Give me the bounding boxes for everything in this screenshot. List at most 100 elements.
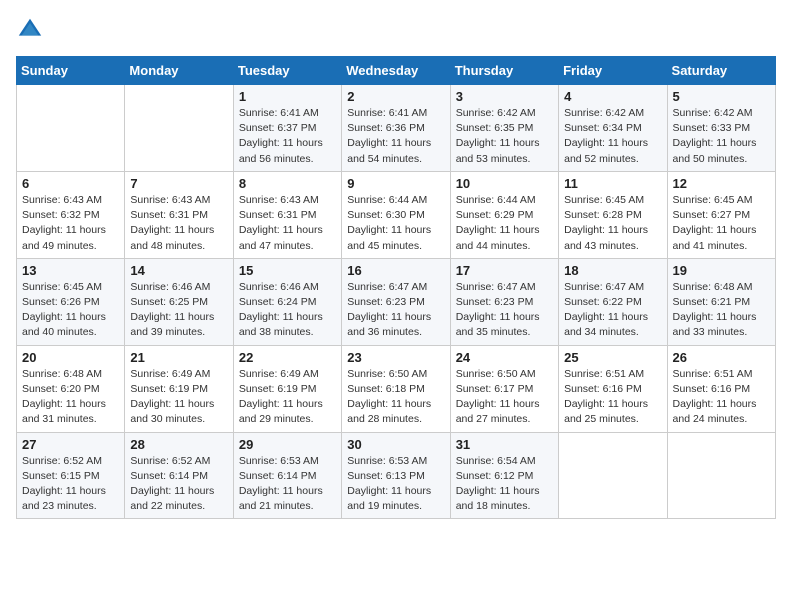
day-info: Sunrise: 6:47 AM Sunset: 6:22 PM Dayligh… — [564, 280, 661, 341]
calendar-cell: 2 Sunrise: 6:41 AM Sunset: 6:36 PM Daylig… — [342, 85, 450, 172]
calendar-cell: 6 Sunrise: 6:43 AM Sunset: 6:32 PM Daylig… — [17, 171, 125, 258]
weekday-header: Saturday — [667, 57, 775, 85]
day-info: Sunrise: 6:43 AM Sunset: 6:31 PM Dayligh… — [130, 193, 227, 254]
weekday-header: Thursday — [450, 57, 558, 85]
day-number: 30 — [347, 437, 444, 452]
calendar-cell: 25 Sunrise: 6:51 AM Sunset: 6:16 PM Dayli… — [559, 345, 667, 432]
calendar-table: SundayMondayTuesdayWednesdayThursdayFrid… — [16, 56, 776, 519]
calendar-cell: 26 Sunrise: 6:51 AM Sunset: 6:16 PM Dayli… — [667, 345, 775, 432]
day-info: Sunrise: 6:41 AM Sunset: 6:37 PM Dayligh… — [239, 106, 336, 167]
day-info: Sunrise: 6:47 AM Sunset: 6:23 PM Dayligh… — [347, 280, 444, 341]
weekday-header: Wednesday — [342, 57, 450, 85]
weekday-header: Tuesday — [233, 57, 341, 85]
day-number: 31 — [456, 437, 553, 452]
day-info: Sunrise: 6:43 AM Sunset: 6:31 PM Dayligh… — [239, 193, 336, 254]
day-number: 28 — [130, 437, 227, 452]
day-number: 2 — [347, 89, 444, 104]
calendar-cell: 23 Sunrise: 6:50 AM Sunset: 6:18 PM Dayli… — [342, 345, 450, 432]
day-info: Sunrise: 6:46 AM Sunset: 6:24 PM Dayligh… — [239, 280, 336, 341]
day-number: 27 — [22, 437, 119, 452]
calendar-cell: 30Sunrise: 6:53 AM Sunset: 6:13 PM Dayli… — [342, 432, 450, 519]
calendar-cell: 14 Sunrise: 6:46 AM Sunset: 6:25 PM Dayli… — [125, 258, 233, 345]
day-number: 20 — [22, 350, 119, 365]
calendar-cell: 7 Sunrise: 6:43 AM Sunset: 6:31 PM Daylig… — [125, 171, 233, 258]
calendar-body: 1Sunrise: 6:41 AM Sunset: 6:37 PM Daylig… — [17, 85, 776, 519]
calendar-cell: 4Sunrise: 6:42 AM Sunset: 6:34 PM Daylig… — [559, 85, 667, 172]
day-info: Sunrise: 6:47 AM Sunset: 6:23 PM Dayligh… — [456, 280, 553, 341]
day-info: Sunrise: 6:44 AM Sunset: 6:30 PM Dayligh… — [347, 193, 444, 254]
calendar-cell: 16 Sunrise: 6:47 AM Sunset: 6:23 PM Dayli… — [342, 258, 450, 345]
day-number: 10 — [456, 176, 553, 191]
day-info: Sunrise: 6:45 AM Sunset: 6:28 PM Dayligh… — [564, 193, 661, 254]
day-info: Sunrise: 6:50 AM Sunset: 6:17 PM Dayligh… — [456, 367, 553, 428]
calendar-cell: 18 Sunrise: 6:47 AM Sunset: 6:22 PM Dayli… — [559, 258, 667, 345]
calendar-cell: 13 Sunrise: 6:45 AM Sunset: 6:26 PM Dayli… — [17, 258, 125, 345]
weekday-header: Monday — [125, 57, 233, 85]
day-number: 19 — [673, 263, 770, 278]
day-number: 22 — [239, 350, 336, 365]
day-number: 23 — [347, 350, 444, 365]
day-number: 15 — [239, 263, 336, 278]
day-number: 7 — [130, 176, 227, 191]
day-info: Sunrise: 6:44 AM Sunset: 6:29 PM Dayligh… — [456, 193, 553, 254]
calendar-header-row: SundayMondayTuesdayWednesdayThursdayFrid… — [17, 57, 776, 85]
day-number: 17 — [456, 263, 553, 278]
calendar-cell: 31 Sunrise: 6:54 AM Sunset: 6:12 PM Dayli… — [450, 432, 558, 519]
day-info: Sunrise: 6:51 AM Sunset: 6:16 PM Dayligh… — [673, 367, 770, 428]
calendar-cell — [667, 432, 775, 519]
calendar-cell: 12 Sunrise: 6:45 AM Sunset: 6:27 PM Dayli… — [667, 171, 775, 258]
day-number: 29 — [239, 437, 336, 452]
calendar-week-row: 1Sunrise: 6:41 AM Sunset: 6:37 PM Daylig… — [17, 85, 776, 172]
calendar-cell: 22 Sunrise: 6:49 AM Sunset: 6:19 PM Dayli… — [233, 345, 341, 432]
calendar-week-row: 27 Sunrise: 6:52 AM Sunset: 6:15 PM Dayli… — [17, 432, 776, 519]
day-info: Sunrise: 6:49 AM Sunset: 6:19 PM Dayligh… — [130, 367, 227, 428]
day-info: Sunrise: 6:42 AM Sunset: 6:35 PM Dayligh… — [456, 106, 553, 167]
day-number: 26 — [673, 350, 770, 365]
calendar-cell — [559, 432, 667, 519]
calendar-cell: 8 Sunrise: 6:43 AM Sunset: 6:31 PM Daylig… — [233, 171, 341, 258]
page-header — [16, 16, 776, 44]
day-info: Sunrise: 6:50 AM Sunset: 6:18 PM Dayligh… — [347, 367, 444, 428]
day-info: Sunrise: 6:46 AM Sunset: 6:25 PM Dayligh… — [130, 280, 227, 341]
day-info: Sunrise: 6:45 AM Sunset: 6:26 PM Dayligh… — [22, 280, 119, 341]
day-number: 14 — [130, 263, 227, 278]
day-number: 5 — [673, 89, 770, 104]
day-info: Sunrise: 6:54 AM Sunset: 6:12 PM Dayligh… — [456, 454, 553, 515]
day-number: 6 — [22, 176, 119, 191]
day-info: Sunrise: 6:52 AM Sunset: 6:15 PM Dayligh… — [22, 454, 119, 515]
calendar-cell — [17, 85, 125, 172]
day-number: 13 — [22, 263, 119, 278]
day-info: Sunrise: 6:41 AM Sunset: 6:36 PM Dayligh… — [347, 106, 444, 167]
day-number: 18 — [564, 263, 661, 278]
day-number: 25 — [564, 350, 661, 365]
calendar-cell: 28 Sunrise: 6:52 AM Sunset: 6:14 PM Dayli… — [125, 432, 233, 519]
logo — [16, 16, 48, 44]
calendar-cell: 21 Sunrise: 6:49 AM Sunset: 6:19 PM Dayli… — [125, 345, 233, 432]
day-number: 21 — [130, 350, 227, 365]
day-number: 9 — [347, 176, 444, 191]
day-info: Sunrise: 6:42 AM Sunset: 6:33 PM Dayligh… — [673, 106, 770, 167]
day-info: Sunrise: 6:45 AM Sunset: 6:27 PM Dayligh… — [673, 193, 770, 254]
calendar-cell: 1Sunrise: 6:41 AM Sunset: 6:37 PM Daylig… — [233, 85, 341, 172]
calendar-week-row: 20 Sunrise: 6:48 AM Sunset: 6:20 PM Dayli… — [17, 345, 776, 432]
day-number: 3 — [456, 89, 553, 104]
calendar-cell: 15 Sunrise: 6:46 AM Sunset: 6:24 PM Dayli… — [233, 258, 341, 345]
weekday-header: Sunday — [17, 57, 125, 85]
day-number: 8 — [239, 176, 336, 191]
day-info: Sunrise: 6:43 AM Sunset: 6:32 PM Dayligh… — [22, 193, 119, 254]
day-number: 11 — [564, 176, 661, 191]
day-info: Sunrise: 6:48 AM Sunset: 6:21 PM Dayligh… — [673, 280, 770, 341]
calendar-cell: 27 Sunrise: 6:52 AM Sunset: 6:15 PM Dayli… — [17, 432, 125, 519]
day-number: 12 — [673, 176, 770, 191]
calendar-cell: 24Sunrise: 6:50 AM Sunset: 6:17 PM Dayli… — [450, 345, 558, 432]
day-info: Sunrise: 6:51 AM Sunset: 6:16 PM Dayligh… — [564, 367, 661, 428]
calendar-cell: 5 Sunrise: 6:42 AM Sunset: 6:33 PM Daylig… — [667, 85, 775, 172]
logo-icon — [16, 16, 44, 44]
day-info: Sunrise: 6:52 AM Sunset: 6:14 PM Dayligh… — [130, 454, 227, 515]
calendar-cell: 29Sunrise: 6:53 AM Sunset: 6:14 PM Dayli… — [233, 432, 341, 519]
day-number: 16 — [347, 263, 444, 278]
day-info: Sunrise: 6:49 AM Sunset: 6:19 PM Dayligh… — [239, 367, 336, 428]
day-info: Sunrise: 6:48 AM Sunset: 6:20 PM Dayligh… — [22, 367, 119, 428]
calendar-week-row: 13 Sunrise: 6:45 AM Sunset: 6:26 PM Dayli… — [17, 258, 776, 345]
calendar-cell — [125, 85, 233, 172]
